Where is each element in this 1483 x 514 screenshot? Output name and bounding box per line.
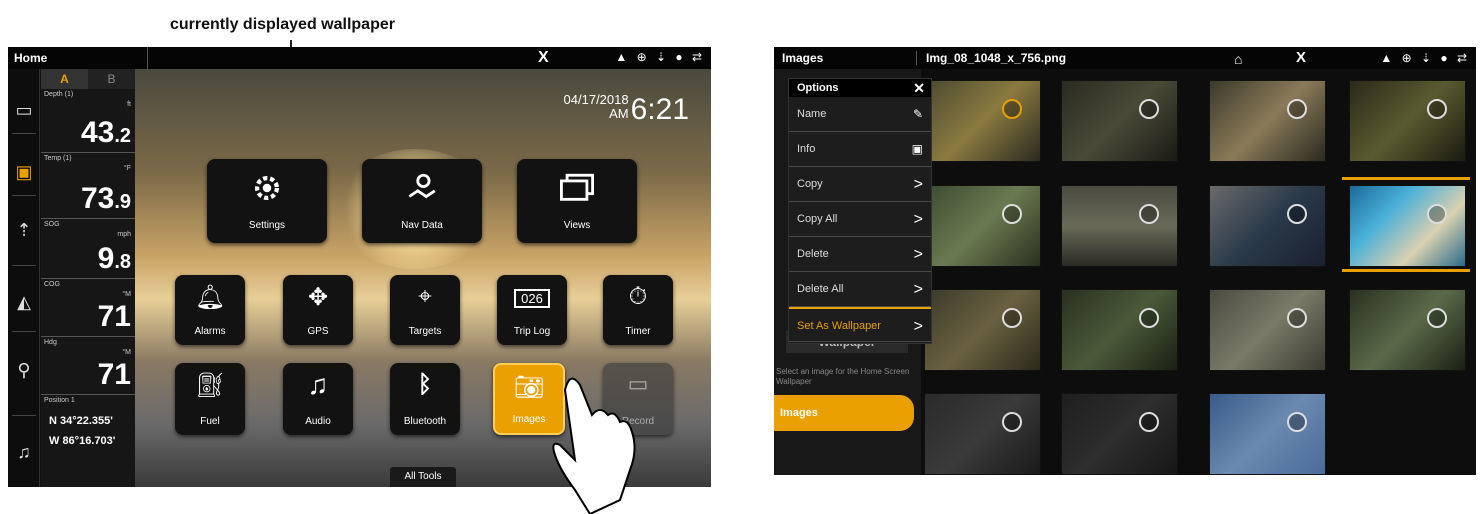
images-tab[interactable]: Images — [774, 395, 914, 431]
file-name: Img_08_1048_x_756.png — [926, 51, 1067, 65]
bluetooth-tile[interactable]: ᛒ Bluetooth — [390, 363, 460, 435]
all-tools-tab[interactable]: All Tools — [390, 467, 456, 487]
close-icon[interactable]: X — [1296, 49, 1306, 66]
chevron-right-icon: > — [913, 318, 923, 335]
wallpaper-hint: Select an image for the Home Screen Wall… — [776, 367, 910, 386]
status-icons: ▲ ⊕ ⇣ ● ⇄ — [1380, 51, 1470, 65]
top-bar: Home X ▲ ⊕ ⇣ ● ⇄ — [8, 47, 711, 69]
status-icons: ▲ ⊕ ⇣ ● ⇄ — [615, 50, 705, 64]
target-icon: ⌖ — [418, 283, 432, 310]
nav-data-tile[interactable]: Nav Data — [362, 159, 482, 243]
latitude: N 34°22.355' — [49, 415, 113, 427]
top-bar: Images Img_08_1048_x_756.png ⌂ X ▲ ⊕ ⇣ ●… — [774, 47, 1476, 69]
temp-box[interactable]: Temp (1) °F 73.9 — [41, 153, 135, 219]
gear-icon — [254, 175, 280, 201]
caption: currently displayed wallpaper — [170, 16, 395, 33]
options-header: Options ✕ — [789, 79, 931, 97]
menu-item-info[interactable]: Info ▣ — [789, 132, 931, 167]
tab-a[interactable]: A — [41, 69, 88, 89]
heading-box[interactable]: Hdg °M 71 — [41, 337, 135, 395]
bluetooth-icon: ᛒ — [417, 371, 433, 398]
image-thumbnail[interactable] — [1209, 289, 1326, 371]
longitude: W 86°16.703' — [49, 435, 116, 447]
tab-b[interactable]: B — [88, 69, 135, 89]
menu-item-copy[interactable]: Copy > — [789, 167, 931, 202]
views-tile[interactable]: Views — [517, 159, 637, 243]
selection-bar-bottom — [1342, 269, 1470, 272]
menu-item-delete-all[interactable]: Delete All > — [789, 272, 931, 307]
satellite-icon: ✥ — [307, 284, 329, 311]
sog-box[interactable]: SOG mph 9.8 — [41, 219, 135, 279]
images-screen: Images Img_08_1048_x_756.png ⌂ X ▲ ⊕ ⇣ ●… — [774, 47, 1476, 475]
views-icon[interactable]: ▭ — [13, 99, 35, 121]
image-thumbnail[interactable] — [924, 289, 1041, 371]
timer-tile[interactable]: ⏱︎ Timer — [603, 275, 673, 345]
map-pin-icon — [408, 173, 436, 199]
position-box[interactable]: Position 1 N 34°22.355' W 86°16.703' — [41, 395, 135, 467]
screen-title: Images — [782, 51, 824, 65]
alarms-tile[interactable]: 🔔︎ Alarms — [175, 275, 245, 345]
settings-tile[interactable]: Settings — [207, 159, 327, 243]
image-thumbnail[interactable] — [1209, 80, 1326, 162]
menu-item-name[interactable]: Name ✎ — [789, 97, 931, 132]
stopwatch-icon: ⏱︎ — [628, 283, 648, 310]
close-menu-icon[interactable]: ✕ — [913, 79, 925, 97]
views-icon — [560, 173, 594, 201]
image-thumbnail[interactable] — [1209, 185, 1326, 267]
gps-tile[interactable]: ✥ GPS — [283, 275, 353, 345]
audio-tile[interactable]: ♫ Audio — [283, 363, 353, 435]
image-thumbnail[interactable] — [924, 393, 1041, 475]
chevron-right-icon: > — [913, 246, 923, 263]
compass-icon[interactable]: ◭ — [13, 291, 35, 313]
edit-icon: ✎ — [912, 107, 923, 121]
motor-icon[interactable]: ⚲ — [13, 359, 35, 381]
clock: 04/17/2018 AM 6:21 — [563, 92, 689, 127]
temperature-icon[interactable]: ▣ — [13, 161, 35, 183]
image-thumbnail[interactable] — [1061, 185, 1178, 267]
image-thumbnail[interactable] — [1349, 289, 1466, 371]
chevron-right-icon: > — [913, 176, 923, 193]
info-icon: ▣ — [911, 142, 923, 156]
music-note-icon: ♫ — [307, 369, 329, 400]
screen-title: Home — [8, 47, 148, 69]
menu-item-delete[interactable]: Delete > — [789, 237, 931, 272]
image-thumbnail[interactable] — [924, 80, 1041, 162]
image-thumbnail[interactable] — [1061, 393, 1178, 475]
selected-image-thumbnail[interactable] — [1349, 185, 1466, 267]
music-icon[interactable]: ♫ — [13, 441, 35, 463]
home-icon[interactable]: ⌂ — [1234, 51, 1242, 67]
cog-box[interactable]: COG °M 71 — [41, 279, 135, 337]
fuel-pump-icon: ⛽︎ — [194, 372, 226, 399]
menu-item-set-as-wallpaper[interactable]: Set As Wallpaper > — [789, 307, 931, 342]
image-thumbnail[interactable] — [1061, 80, 1178, 162]
close-icon[interactable]: X — [538, 49, 549, 67]
menu-item-copy-all[interactable]: Copy All > — [789, 202, 931, 237]
depth-box[interactable]: Depth (1) ft 43.2 — [41, 89, 135, 153]
chevron-right-icon: > — [913, 211, 923, 228]
pointing-hand-icon — [552, 377, 636, 514]
image-thumbnail[interactable] — [1061, 289, 1178, 371]
targets-tile[interactable]: ⌖ Targets — [390, 275, 460, 345]
boat-icon[interactable]: ⇡ — [13, 219, 35, 241]
image-thumbnail[interactable] — [924, 185, 1041, 267]
bell-icon: 🔔︎ — [194, 284, 226, 311]
options-menu: Options ✕ Name ✎ Info ▣ Copy > Copy All > Del… — [788, 78, 932, 344]
data-column: A B Depth (1) ft 43.2 Temp (1) °F 73.9 SOG… — [41, 69, 135, 487]
selection-bar-top — [1342, 177, 1470, 180]
fuel-tile[interactable]: ⛽︎ Fuel — [175, 363, 245, 435]
image-thumbnail[interactable] — [1209, 393, 1326, 475]
odometer-icon: 026 — [514, 289, 550, 308]
image-thumbnail[interactable] — [1349, 80, 1466, 162]
trip-log-tile[interactable]: 026 Trip Log — [497, 275, 567, 345]
chevron-right-icon: > — [913, 281, 923, 298]
sidebar: ▭ ▣ ⇡ ◭ ⚲ ♫ — [8, 69, 40, 487]
